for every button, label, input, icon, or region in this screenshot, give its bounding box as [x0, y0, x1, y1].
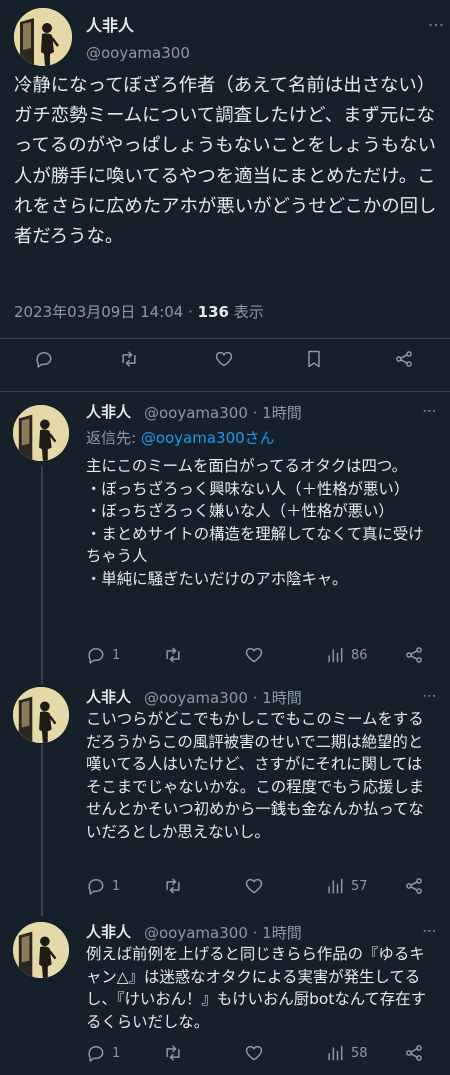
reply-to-mention[interactable]: @ooyama300さん [141, 429, 275, 447]
author-name[interactable]: 人非人 [86, 12, 134, 36]
reply-count: 1 [112, 647, 121, 663]
reply-button[interactable]: 1 [86, 876, 120, 896]
share-button[interactable] [404, 645, 424, 665]
views-count: 57 [351, 878, 368, 894]
views-count: 86 [351, 647, 368, 663]
share-button[interactable] [404, 1043, 424, 1063]
more-options-icon[interactable]: ⋮ [421, 404, 437, 418]
main-action-bar [0, 349, 450, 379]
like-button[interactable] [244, 876, 264, 896]
like-icon [245, 1045, 263, 1061]
share-icon [406, 647, 422, 663]
like-icon [245, 647, 263, 663]
tweet-text: 例えば前例を上げると同じきらら作品の『ゆるキャン△』は迷惑なオタクによる実害が発… [86, 945, 426, 1031]
views-button[interactable]: 57 [325, 876, 368, 896]
views-icon [328, 1045, 343, 1061]
avatar-image [13, 687, 69, 743]
avatar[interactable] [13, 922, 69, 978]
share-button[interactable] [394, 349, 414, 369]
views-icon [328, 647, 343, 663]
like-icon [215, 351, 233, 367]
bookmark-icon [308, 350, 320, 368]
tweet-timestamp[interactable]: 2023年03月09日 14:04 [14, 303, 183, 321]
divider [0, 338, 450, 339]
reply-action-bar: 1 58 [0, 1043, 450, 1073]
author-name[interactable]: 人非人 [86, 686, 131, 707]
reply-count: 1 [112, 878, 121, 894]
divider [0, 391, 450, 392]
retweet-button[interactable] [163, 1043, 183, 1063]
tweet-text: こいつらがどこでもかしこでもこのミームをするだろうからこの風評被害のせいで二期は… [86, 710, 425, 841]
share-button[interactable] [404, 876, 424, 896]
reply-button[interactable] [34, 349, 54, 369]
meta-separator: · [183, 303, 198, 321]
retweet-icon [122, 351, 136, 367]
bookmark-button[interactable] [304, 349, 324, 369]
retweet-button[interactable] [163, 876, 183, 896]
share-icon [406, 878, 422, 894]
avatar[interactable] [13, 687, 69, 743]
share-icon [406, 1045, 422, 1061]
retweet-icon [166, 647, 180, 663]
share-icon [396, 351, 412, 367]
avatar[interactable] [13, 405, 69, 461]
tweet-text: 主にこのミームを面白がってるオタクは四つ。 ・ぼっちざろっく興味ない人（＋性格が… [86, 457, 424, 588]
reply-to-label: 返信先: [86, 429, 141, 447]
avatar[interactable] [14, 8, 72, 66]
author-handle-time[interactable]: @ooyama300 · 1時間 [144, 687, 302, 708]
author-handle-time[interactable]: @ooyama300 · 1時間 [144, 922, 302, 943]
reply-to-line: 返信先: @ooyama300さん [86, 427, 275, 448]
more-options-icon[interactable]: ⋮ [427, 17, 446, 33]
reply-icon [88, 1046, 104, 1062]
avatar-image [13, 922, 69, 978]
reply-icon [36, 352, 52, 368]
retweet-button[interactable] [119, 349, 139, 369]
reply-icon [88, 879, 104, 895]
retweet-icon [166, 878, 180, 894]
views-button[interactable]: 58 [325, 1043, 368, 1063]
more-options-icon[interactable]: ⋮ [421, 924, 437, 938]
views-count: 58 [351, 1045, 368, 1061]
author-name[interactable]: 人非人 [86, 401, 131, 422]
author-handle[interactable]: @ooyama300 [86, 44, 190, 62]
reply-button[interactable]: 1 [86, 645, 120, 665]
retweet-icon [166, 1045, 180, 1061]
views-count: 136 [197, 303, 229, 321]
avatar-image [13, 405, 69, 461]
reply-action-bar: 1 86 [0, 645, 450, 675]
retweet-button[interactable] [163, 645, 183, 665]
avatar-image [14, 8, 72, 66]
reply-button[interactable]: 1 [86, 1043, 120, 1063]
author-name[interactable]: 人非人 [86, 921, 131, 942]
reply-count: 1 [112, 1045, 121, 1061]
reply-icon [88, 648, 104, 664]
like-button[interactable] [214, 349, 234, 369]
reply-action-bar: 1 57 [0, 876, 450, 906]
views-icon [328, 878, 343, 894]
tweet-meta: 2023年03月09日 14:04 · 136 表示 [14, 301, 264, 322]
like-button[interactable] [244, 645, 264, 665]
like-button[interactable] [244, 1043, 264, 1063]
views-label: 表示 [228, 303, 264, 321]
more-options-icon[interactable]: ⋮ [421, 689, 437, 703]
tweet-text: 冷静になってぼざろ作者（あえて名前は出さない）ガチ恋勢ミームについて調査したけど… [14, 75, 437, 248]
author-handle-time[interactable]: @ooyama300 · 1時間 [144, 402, 302, 423]
views-button[interactable]: 86 [325, 645, 368, 665]
like-icon [245, 878, 263, 894]
